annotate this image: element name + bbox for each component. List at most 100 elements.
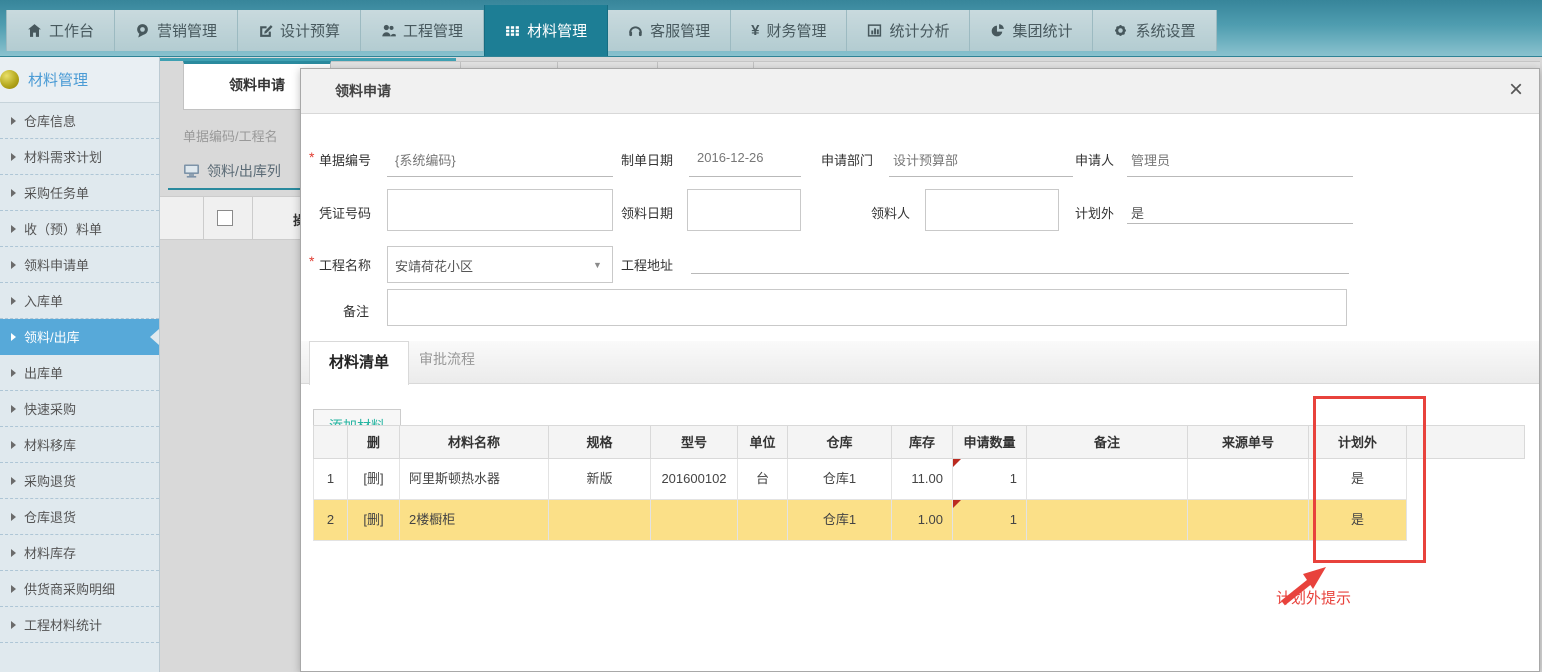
unplanned-underline xyxy=(1127,223,1353,224)
nav-tabs: 工作台 营销管理 设计预算 工程管理 材料管理 客服管理 ¥ 财务管理 统计分析 xyxy=(6,5,1217,56)
sidebar-item-supplier-purchase-detail[interactable]: 供货商采购明细 xyxy=(0,571,159,607)
yen-icon: ¥ xyxy=(751,23,759,38)
cell-spec xyxy=(549,500,651,541)
cell-material-name: 阿里斯顿热水器 xyxy=(400,459,549,500)
sidebar-item-label: 仓库信息 xyxy=(24,111,76,130)
applicant-underline xyxy=(1127,176,1353,177)
make-date-underline xyxy=(689,176,801,177)
sidebar-item-warehouse-return[interactable]: 仓库退货 xyxy=(0,499,159,535)
sidebar-item-label: 采购退货 xyxy=(24,471,76,490)
sidebar-item-label: 材料移库 xyxy=(24,435,76,454)
cell-remark[interactable] xyxy=(1027,459,1188,500)
cell-model xyxy=(651,500,738,541)
voucher-no-input[interactable] xyxy=(387,189,613,231)
delete-link[interactable]: [删] xyxy=(348,500,400,541)
pick-date-input[interactable] xyxy=(687,189,801,231)
qty-value: 1 xyxy=(1010,471,1017,486)
nav-tab-design-budget[interactable]: 设计预算 xyxy=(238,10,361,51)
sidebar-item-project-material-stats[interactable]: 工程材料统计 xyxy=(0,607,159,643)
sidebar-item-material-transfer[interactable]: 材料移库 xyxy=(0,427,159,463)
delete-link[interactable]: [删] xyxy=(348,459,400,500)
sidebar-item-material-demand-plan[interactable]: 材料需求计划 xyxy=(0,139,159,175)
cell-stock: 1.00 xyxy=(892,500,953,541)
cell-qty[interactable]: 1 xyxy=(953,500,1027,541)
cell-material-name: 2楼橱柜 xyxy=(400,500,549,541)
headset-icon xyxy=(628,23,643,38)
sidebar-item-requisition-form[interactable]: 领料申请单 xyxy=(0,247,159,283)
project-addr-label: 工程地址 xyxy=(621,255,673,274)
arrow-right-icon xyxy=(11,405,16,413)
col-warehouse: 仓库 xyxy=(788,425,892,459)
apply-dept-label: 申请部门 xyxy=(821,150,873,169)
pie-chart-icon xyxy=(990,23,1005,38)
col-remark: 备注 xyxy=(1027,425,1188,459)
qty-value: 1 xyxy=(1010,512,1017,527)
detail-tab-strip xyxy=(301,341,1539,384)
sidebar-item-outbound[interactable]: 出库单 xyxy=(0,355,159,391)
doc-no-value[interactable]: {系统编码} xyxy=(395,150,456,169)
modal-title: 领料申请 xyxy=(335,69,391,114)
arrow-right-icon xyxy=(11,225,16,233)
nav-tab-group-stats[interactable]: 集团统计 xyxy=(970,10,1093,51)
col-rownum xyxy=(313,425,348,459)
close-icon[interactable]: × xyxy=(1509,76,1523,105)
sidebar-item-material-stock[interactable]: 材料库存 xyxy=(0,535,159,571)
sidebar-item-inbound[interactable]: 入库单 xyxy=(0,283,159,319)
chevron-down-icon[interactable]: ▼ xyxy=(593,260,602,270)
tab-approval-flow[interactable]: 审批流程 xyxy=(419,349,475,369)
unplanned-value[interactable]: 是 xyxy=(1131,203,1144,222)
doc-no-label: 单据编号 xyxy=(319,150,371,169)
nav-tab-finance[interactable]: ¥ 财务管理 xyxy=(731,10,847,51)
project-addr-underline[interactable] xyxy=(691,273,1349,274)
nav-tab-materials[interactable]: 材料管理 xyxy=(484,5,608,56)
arrow-right-icon xyxy=(11,117,16,125)
grid-icon xyxy=(505,23,520,38)
sidebar-item-purchase-task[interactable]: 采购任务单 xyxy=(0,175,159,211)
list-section-title: 领料/出库列 xyxy=(183,161,281,181)
nav-tab-marketing[interactable]: 营销管理 xyxy=(115,10,238,51)
cell-remark[interactable] xyxy=(1027,500,1188,541)
doc-no-underline xyxy=(387,176,613,177)
nav-tab-system-settings[interactable]: 系统设置 xyxy=(1093,10,1216,51)
sidebar: 材料管理 仓库信息 材料需求计划 采购任务单 收（预）料单 领料申请单 入库单 … xyxy=(0,57,160,672)
sidebar-item-label: 领料申请单 xyxy=(24,255,89,274)
make-date-value[interactable]: 2016-12-26 xyxy=(697,150,764,165)
search-input[interactable]: 单据编码/工程名 xyxy=(183,126,278,145)
people-icon xyxy=(381,23,396,38)
arrow-right-icon xyxy=(11,549,16,557)
active-notch xyxy=(150,329,159,345)
applicant-value[interactable]: 管理员 xyxy=(1131,150,1170,169)
sidebar-item-receive-pre-material[interactable]: 收（预）料单 xyxy=(0,211,159,247)
nav-tab-statistics[interactable]: 统计分析 xyxy=(847,10,970,51)
cell-source xyxy=(1188,500,1309,541)
cell-rownum: 2 xyxy=(313,500,348,541)
nav-tab-label: 财务管理 xyxy=(766,20,826,41)
tab-material-list[interactable]: 材料清单 xyxy=(309,341,409,385)
sidebar-item-label: 领料/出库 xyxy=(24,327,80,346)
apply-dept-value[interactable]: 设计预算部 xyxy=(893,150,958,169)
sidebar-item-quick-purchase[interactable]: 快速采购 xyxy=(0,391,159,427)
remark-input[interactable] xyxy=(387,289,1347,326)
select-all-checkbox[interactable] xyxy=(217,210,233,226)
col-model: 型号 xyxy=(651,425,738,459)
column-separator xyxy=(203,197,204,239)
sidebar-header: 材料管理 xyxy=(0,57,159,103)
cell-warehouse: 仓库1 xyxy=(788,459,892,500)
nav-tab-customer-service[interactable]: 客服管理 xyxy=(608,10,731,51)
nav-tab-engineering[interactable]: 工程管理 xyxy=(361,10,484,51)
sidebar-item-purchase-return[interactable]: 采购退货 xyxy=(0,463,159,499)
background-table-header: 操作 xyxy=(160,196,300,240)
sidebar-item-label: 工程材料统计 xyxy=(24,615,102,634)
nav-tab-workbench[interactable]: 工作台 xyxy=(6,10,115,51)
edited-cell-marker xyxy=(953,500,961,508)
col-unit: 单位 xyxy=(738,425,788,459)
nav-tab-label: 集团统计 xyxy=(1012,20,1072,41)
cell-qty[interactable]: 1 xyxy=(953,459,1027,500)
picker-input[interactable] xyxy=(925,189,1059,231)
top-nav-bar: 工作台 营销管理 设计预算 工程管理 材料管理 客服管理 ¥ 财务管理 统计分析 xyxy=(0,0,1542,57)
sidebar-item-label: 入库单 xyxy=(24,291,63,310)
sidebar-item-warehouse-info[interactable]: 仓库信息 xyxy=(0,103,159,139)
col-stock: 库存 xyxy=(892,425,953,459)
sidebar-item-requisition-outbound[interactable]: 领料/出库 xyxy=(0,319,159,355)
arrow-right-icon xyxy=(11,477,16,485)
